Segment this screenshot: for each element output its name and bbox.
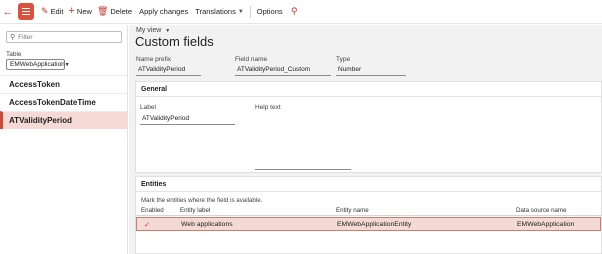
name-prefix-label: Name prefix	[136, 56, 172, 63]
column-header-enabled[interactable]: Enabled	[141, 207, 164, 214]
options-tab[interactable]: Options	[257, 7, 283, 16]
entities-section: Entities Mark the entities where the fie…	[135, 176, 602, 254]
filter-placeholder: Filter	[18, 33, 33, 41]
field-list: AccessToken AccessTokenDateTime ATValidi…	[0, 75, 127, 129]
my-view-menu[interactable]: My view ▼	[136, 27, 170, 34]
new-button[interactable]: + New	[68, 6, 91, 17]
list-item-label: AccessTokenDateTime	[9, 98, 96, 107]
delete-label: Delete	[110, 7, 133, 16]
entities-instruction: Mark the entities where the field is ava…	[141, 197, 263, 204]
column-header-entity-label[interactable]: Entity label	[180, 207, 210, 214]
pencil-icon: ✎	[41, 6, 49, 16]
options-label: Options	[256, 7, 283, 16]
field-name-field[interactable]: ATValidityPeriod_Custom	[235, 65, 331, 76]
apply-changes-button[interactable]: Apply changes	[139, 7, 188, 16]
help-text-label: Help text	[255, 104, 281, 111]
translations-label: Translations	[195, 7, 236, 16]
trash-icon: 🗑	[96, 6, 109, 16]
chevron-down-icon: ▼	[237, 8, 244, 15]
type-field[interactable]: Number	[336, 65, 406, 76]
edit-button[interactable]: ✎ Edit	[41, 6, 64, 17]
list-item-label: ATValidityPeriod	[9, 116, 72, 125]
chevron-down-icon: ▼	[64, 61, 70, 68]
general-section-title: General	[141, 86, 168, 93]
page-title: Custom fields	[135, 34, 214, 49]
field-name-label: Field name	[235, 56, 268, 63]
search-button[interactable]: ⚲	[290, 6, 300, 16]
entity-label-cell: Web applications	[181, 221, 233, 228]
hamburger-menu-button[interactable]	[18, 3, 34, 20]
delete-button[interactable]: 🗑 Delete	[96, 6, 133, 17]
data-source-cell: EMWebApplication	[517, 221, 575, 228]
apply-changes-label: Apply changes	[139, 7, 189, 16]
table-select-value: EMWebApplication	[10, 61, 65, 68]
label-field[interactable]: ATValidityPeriod	[140, 114, 235, 125]
column-header-entity-name[interactable]: Entity name	[336, 207, 369, 214]
section-divider	[136, 96, 601, 97]
my-view-label: My view	[136, 27, 162, 34]
list-item-label: AccessToken	[9, 80, 60, 89]
search-icon: ⚲	[290, 6, 298, 16]
help-text-field[interactable]	[255, 159, 351, 170]
list-item[interactable]: AccessTokenDateTime	[0, 93, 127, 111]
label-field-label: Label	[140, 104, 156, 111]
entity-name-cell: EMWebApplicationEntity	[337, 221, 412, 228]
filter-input[interactable]: ⚲ Filter	[6, 31, 122, 43]
checkmark-icon[interactable]: ✓	[144, 221, 150, 229]
entities-section-title: Entities	[141, 181, 167, 188]
column-header-data-source-name[interactable]: Data source name	[516, 207, 567, 214]
type-label: Type	[336, 56, 351, 63]
list-item[interactable]: AccessToken	[0, 75, 127, 93]
name-prefix-field: ATValidityPeriod	[136, 65, 201, 76]
list-item-selected[interactable]: ATValidityPeriod	[0, 111, 127, 129]
details-pane: My view ▼ Custom fields Name prefix ATVa…	[129, 25, 602, 254]
table-select[interactable]: EMWebApplication ▼	[6, 59, 70, 70]
table-label: Table	[6, 51, 22, 58]
table-row[interactable]: ✓ Web applications EMWebApplicationEntit…	[136, 217, 601, 231]
fields-list-pane: ⚲ Filter Table EMWebApplication ▼ Access…	[0, 25, 128, 254]
general-section: General Label ATValidityPeriod Help text	[135, 81, 602, 173]
section-divider	[136, 191, 601, 192]
back-arrow-icon[interactable]: ←	[0, 0, 16, 24]
new-label: New	[76, 7, 92, 16]
toolbar-divider	[249, 5, 251, 18]
filter-search-icon: ⚲	[10, 34, 16, 41]
translations-menu[interactable]: Translations ▼	[195, 7, 244, 16]
plus-icon: +	[68, 5, 75, 17]
edit-label: Edit	[50, 7, 64, 16]
grid-header: Enabled Entity label Entity name Data so…	[136, 206, 601, 216]
action-pane: ← ✎ Edit + New 🗑 Delete Apply changes Tr…	[0, 0, 602, 24]
